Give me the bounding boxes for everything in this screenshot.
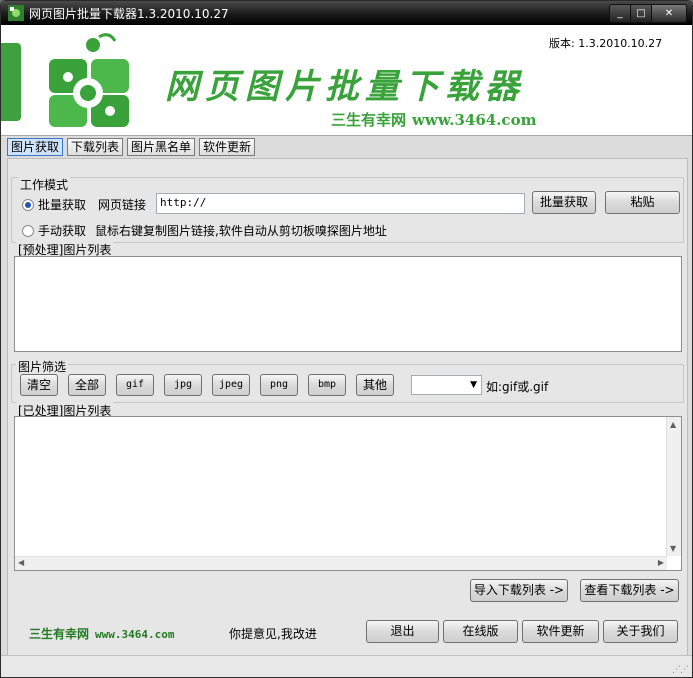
- footer-update-button[interactable]: 软件更新: [522, 620, 599, 643]
- banner-accent-bar: [1, 43, 21, 121]
- filter-jpeg-button[interactable]: jpeg: [212, 374, 250, 396]
- view-download-list-button[interactable]: 查看下载列表 ->: [580, 579, 679, 602]
- scroll-up-icon[interactable]: ▲: [670, 420, 676, 429]
- version-label: 版本: 1.3.2010.10.27: [549, 37, 663, 50]
- app-window: 网页图片批量下载器1.3.2010.10.27 _ □ ✕ 网页图片批量下载器 …: [0, 0, 693, 678]
- tab-bar: 图片获取 下载列表 图片黑名单 软件更新: [7, 138, 256, 156]
- import-download-list-button[interactable]: 导入下载列表 ->: [470, 579, 568, 602]
- close-button[interactable]: ✕: [652, 5, 686, 22]
- about-us-button[interactable]: 关于我们: [603, 620, 678, 643]
- resize-grip-icon[interactable]: ⋰⋰: [672, 665, 689, 675]
- filter-gif-button[interactable]: gif: [116, 374, 154, 396]
- filter-hint: 如:gif或.gif: [486, 380, 549, 394]
- batch-fetch-button[interactable]: 批量获取: [532, 191, 596, 214]
- image-fetch-panel: 工作模式 批量获取 网页链接 http:// 批量获取 粘贴 手动获取 鼠标右键…: [7, 158, 688, 656]
- tab-image-fetch[interactable]: 图片获取: [7, 138, 64, 156]
- filter-png-button[interactable]: png: [260, 374, 298, 396]
- filter-other-button[interactable]: 其他: [356, 374, 394, 396]
- filter-clear-button[interactable]: 清空: [20, 374, 58, 396]
- horizontal-scrollbar[interactable]: ◀ ▶: [15, 556, 667, 570]
- banner-divider: [1, 135, 692, 136]
- window-controls: _ □ ✕: [609, 4, 687, 23]
- paste-button[interactable]: 粘贴: [605, 191, 680, 214]
- banner-title: 网页图片批量下载器: [165, 67, 525, 107]
- filter-label: 图片筛选: [16, 358, 69, 375]
- url-input[interactable]: http://: [156, 193, 525, 214]
- filter-extension-select[interactable]: ▼: [411, 375, 482, 395]
- filter-group: [11, 364, 684, 403]
- vertical-scrollbar[interactable]: ▲ ▼: [666, 417, 681, 556]
- footer-site: 三生有幸网 www.3464.com: [29, 625, 175, 642]
- banner-slogan: 三生有幸网 www.3464.com: [331, 109, 536, 130]
- status-bar: ⋰⋰: [1, 655, 692, 677]
- online-version-button[interactable]: 在线版: [443, 620, 518, 643]
- scroll-left-icon[interactable]: ◀: [18, 558, 24, 567]
- batch-radio-dot: [22, 198, 34, 211]
- scroll-right-icon[interactable]: ▶: [658, 558, 664, 567]
- feedback-text: 你提意见,我改进: [229, 627, 317, 641]
- work-mode-label: 工作模式: [18, 176, 71, 193]
- slogan-text: 三生有幸网: [331, 111, 407, 129]
- banner: 网页图片批量下载器 三生有幸网 www.3464.com 版本: 1.3.2010…: [1, 25, 692, 135]
- filter-bmp-button[interactable]: bmp: [308, 374, 346, 396]
- title-bar[interactable]: 网页图片批量下载器1.3.2010.10.27 _ □ ✕: [1, 1, 692, 25]
- manual-radio-dot: [22, 224, 34, 237]
- scroll-down-icon[interactable]: ▼: [670, 544, 676, 553]
- footer-site-name: 三生有幸网: [29, 627, 90, 641]
- tab-blacklist[interactable]: 图片黑名单: [127, 138, 196, 156]
- tab-download-list[interactable]: 下载列表: [67, 138, 124, 156]
- chevron-down-icon: ▼: [470, 380, 477, 390]
- footer-site-url: www.3464.com: [95, 628, 175, 641]
- preprocess-image-list[interactable]: [14, 256, 682, 352]
- manual-radio-label: 手动获取: [38, 224, 87, 238]
- batch-radio[interactable]: 批量获取: [22, 196, 86, 213]
- url-label: 网页链接: [98, 198, 147, 212]
- puzzle-logo-icon: [49, 33, 129, 127]
- tab-software-update[interactable]: 软件更新: [199, 138, 256, 156]
- filter-jpg-button[interactable]: jpg: [164, 374, 202, 396]
- batch-radio-label: 批量获取: [38, 198, 87, 212]
- filter-all-button[interactable]: 全部: [68, 374, 106, 396]
- window-title: 网页图片批量下载器1.3.2010.10.27: [29, 7, 229, 21]
- exit-button[interactable]: 退出: [366, 620, 439, 643]
- slogan-url: www.3464.com: [412, 111, 537, 129]
- minimize-button[interactable]: _: [610, 5, 631, 22]
- maximize-button[interactable]: □: [631, 5, 652, 22]
- manual-radio[interactable]: 手动获取: [22, 222, 86, 239]
- app-icon: [8, 5, 24, 21]
- processed-image-list[interactable]: ▲ ▼ ◀ ▶: [14, 416, 682, 571]
- manual-hint: 鼠标右键复制图片链接,软件自动从剪切板嗅探图片地址: [95, 224, 387, 238]
